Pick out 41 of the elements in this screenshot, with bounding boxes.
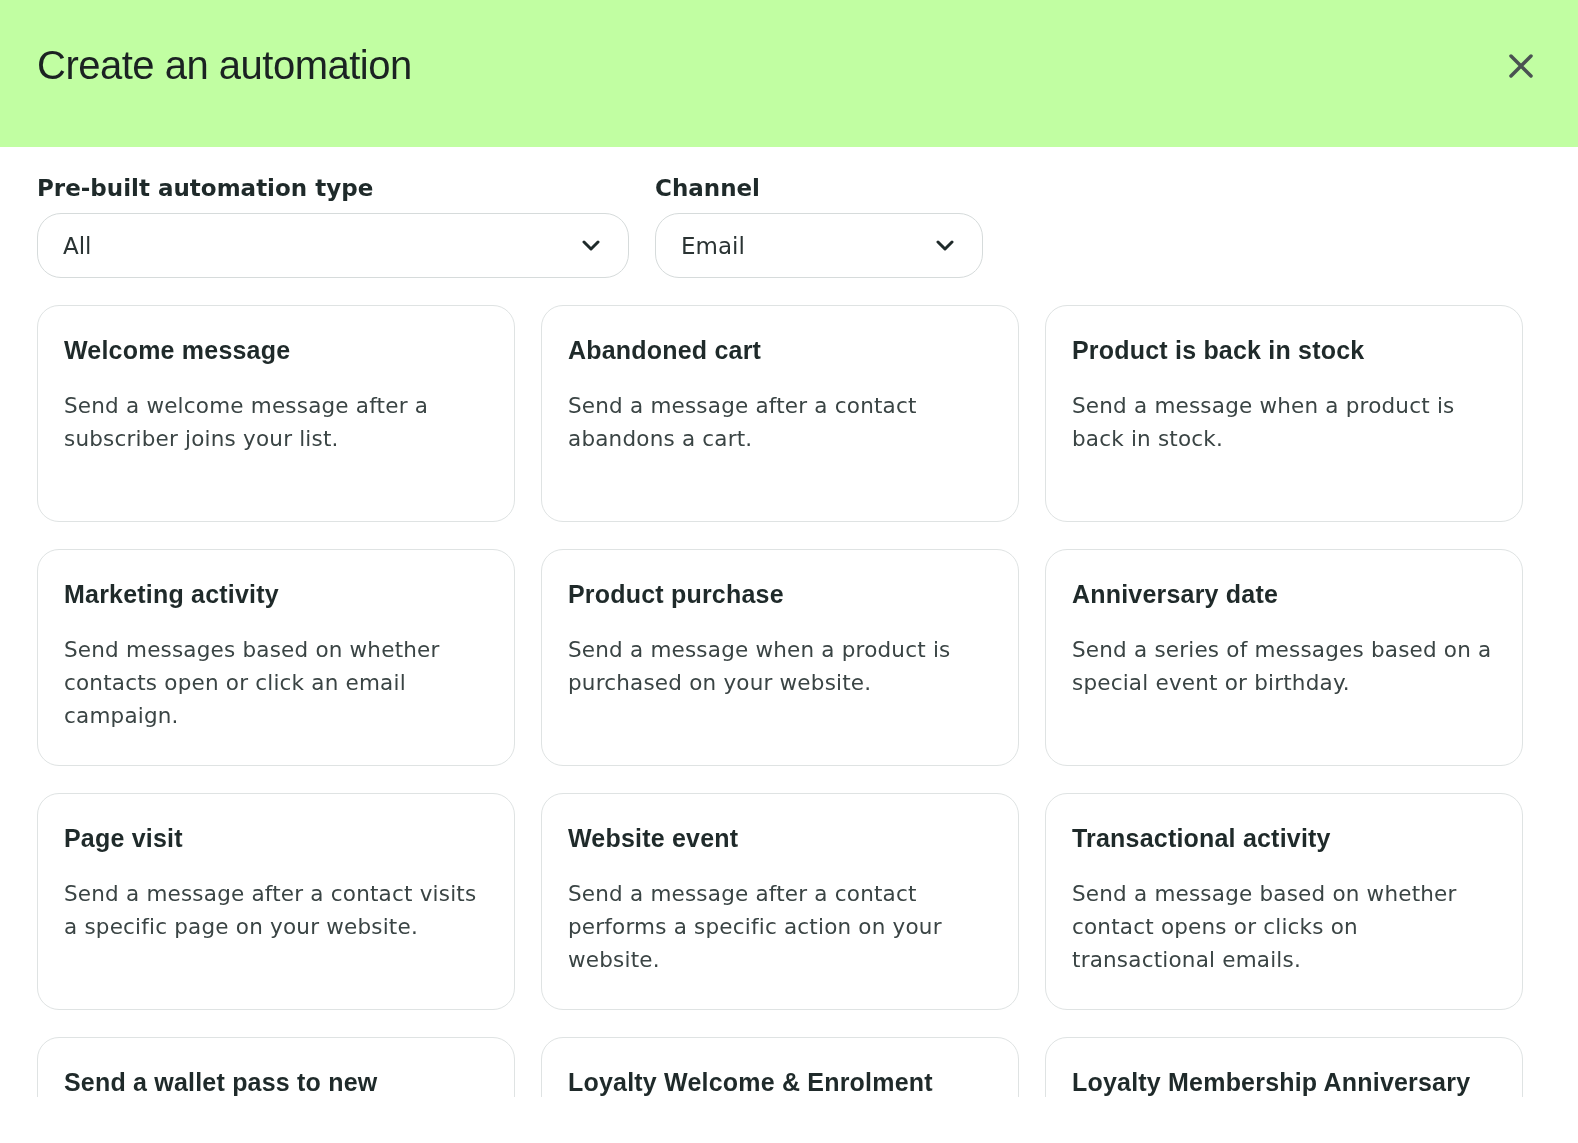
card-title: Transactional activity xyxy=(1072,824,1332,853)
automation-card[interactable]: Product purchase Send a message when a product is purchased on your website. xyxy=(541,549,1019,766)
card-description: Send a welcome message after a subscriber joins your list. xyxy=(64,392,430,453)
card-title: Page visit xyxy=(64,824,184,853)
dropdown-field[interactable]: Email xyxy=(655,213,983,278)
automation-card[interactable]: Send a wallet pass to new xyxy=(37,1037,515,1097)
automation-card[interactable]: Welcome message Send a welcome message after a subscriber joins your list. xyxy=(37,305,515,522)
card-title: Loyalty Welcome & Enrolment xyxy=(568,1068,934,1097)
automation-card[interactable]: Marketing activity Send messages based on whether contacts open or click an email campaign. xyxy=(37,549,515,766)
card-title: Product purchase xyxy=(568,580,785,609)
field-label: Pre-built automation type xyxy=(37,175,375,201)
dropdown-field[interactable]: All xyxy=(37,213,629,278)
automation-card[interactable]: Loyalty Membership Anniversary xyxy=(1045,1037,1523,1097)
card-title: Send a wallet pass to new xyxy=(64,1068,379,1097)
automation-card[interactable]: Product is back in stock Send a message when a product is back in stock. xyxy=(1045,305,1523,522)
card-title: Marketing activity xyxy=(64,580,280,609)
field-label: Channel xyxy=(655,175,761,201)
close-icon xyxy=(1508,52,1534,79)
card-title: Abandoned cart xyxy=(568,336,763,365)
card-title: Anniversary date xyxy=(1072,580,1280,609)
card-title: Product is back in stock xyxy=(1072,336,1366,365)
automation-card[interactable]: Website event Send a message after a contact performs a specific action on your website. xyxy=(541,793,1019,1010)
chevron-down-icon xyxy=(936,239,954,252)
dialog-title: Create an automation xyxy=(37,43,412,88)
card-description: Send a series of messages based on a special event or birthday. xyxy=(1072,636,1493,697)
card-title: Website event xyxy=(568,824,740,853)
automation-card[interactable]: Anniversary date Send a series of messages based on a special event or birthday. xyxy=(1045,549,1523,766)
card-title: Welcome message xyxy=(64,336,292,365)
automation-card[interactable]: Loyalty Welcome & Enrolment xyxy=(541,1037,1019,1097)
automation-card[interactable]: Transactional activity Send a message based on whether contact opens or clicks on transactional emails. xyxy=(1045,793,1523,1010)
card-description: Send a message after a contact visits a specific page on your website. xyxy=(64,880,478,941)
card-description: Send a message after a contact performs a specific action on your website. xyxy=(568,880,943,974)
card-description: Send a message when a product is back in stock. xyxy=(1072,392,1456,453)
card-description: Send messages based on whether contacts open or click an email campaign. xyxy=(64,636,441,730)
card-description: Send a message when a product is purchased on your website. xyxy=(568,636,952,697)
automation-card[interactable]: Abandoned cart Send a message after a contact abandons a cart. xyxy=(541,305,1019,522)
automation-card[interactable]: Page visit Send a message after a contact visits a specific page on your website. xyxy=(37,793,515,1010)
card-description: Send a message after a contact abandons a cart. xyxy=(568,392,918,453)
card-title: Loyalty Membership Anniversary xyxy=(1072,1068,1472,1097)
chevron-down-icon xyxy=(582,239,600,252)
card-description: Send a message based on whether contact opens or clicks on transactional emails. xyxy=(1072,880,1458,974)
